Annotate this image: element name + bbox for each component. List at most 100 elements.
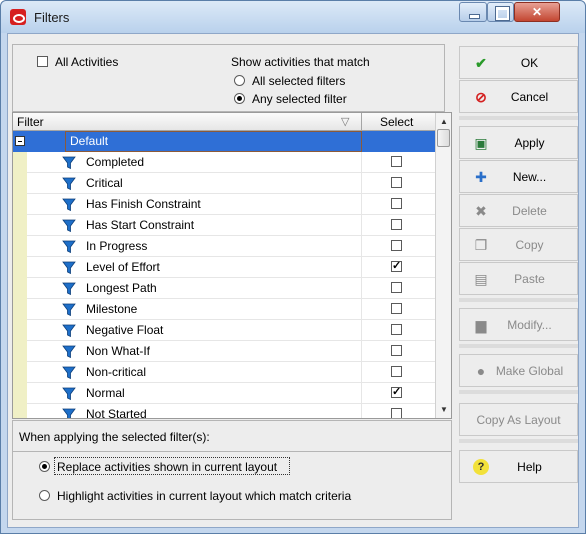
all-activities-checkbox[interactable]	[37, 56, 48, 67]
filter-row[interactable]: Longest Path	[13, 278, 435, 299]
filter-name: Milestone	[86, 302, 138, 316]
button-separator	[459, 116, 578, 120]
column-divider	[361, 152, 362, 173]
filter-funnel-icon	[62, 303, 76, 317]
column-divider	[361, 236, 362, 257]
minimize-button[interactable]	[459, 2, 487, 22]
col-header-select[interactable]: Select	[380, 115, 413, 129]
filter-name: Level of Effort	[86, 260, 160, 274]
select-checkbox[interactable]	[391, 408, 402, 418]
filter-name: Completed	[86, 155, 145, 169]
copy-as-layout-button[interactable]: Copy As Layout	[459, 403, 578, 436]
select-checkbox[interactable]	[391, 259, 402, 272]
filter-row[interactable]: Completed	[13, 152, 435, 173]
row-gutter	[13, 257, 27, 278]
filter-row[interactable]: Has Finish Constraint	[13, 194, 435, 215]
select-checkbox[interactable]	[391, 385, 402, 398]
close-button[interactable]: ✕	[514, 2, 560, 22]
sort-indicator-icon[interactable]: ▽	[341, 115, 349, 128]
row-gutter	[13, 236, 27, 257]
column-divider	[361, 278, 362, 299]
filter-funnel-icon	[62, 345, 76, 359]
filter-row[interactable]: Milestone	[13, 299, 435, 320]
select-checkbox[interactable]	[391, 156, 402, 167]
group-row-default[interactable]: Default	[13, 131, 435, 152]
row-gutter	[13, 194, 27, 215]
group-name: Default	[70, 134, 109, 148]
scroll-thumb[interactable]	[437, 129, 450, 147]
grid-vertical-scrollbar[interactable]: ▲ ▼	[435, 113, 451, 418]
match-all-radio[interactable]	[234, 75, 245, 86]
replace-radio[interactable]	[39, 461, 50, 472]
select-checkbox[interactable]	[391, 282, 402, 293]
filter-row[interactable]: Normal	[13, 383, 435, 404]
help-button[interactable]: ? Help	[459, 450, 578, 483]
apply-heading: When applying the selected filter(s):	[19, 430, 210, 444]
highlight-radio[interactable]	[39, 490, 50, 501]
ok-button[interactable]: ✔ OK	[459, 46, 578, 79]
app-icon	[10, 9, 26, 25]
filter-row[interactable]: Not Started	[13, 404, 435, 419]
column-divider	[361, 404, 362, 418]
filter-name: Non What-If	[86, 344, 151, 358]
select-checkbox[interactable]	[391, 177, 402, 188]
select-checkbox[interactable]	[391, 303, 402, 314]
filter-name: Normal	[86, 386, 125, 400]
grid-rows: Default Completed Critical Has Finish Cons…	[13, 131, 435, 419]
select-checkbox[interactable]	[391, 219, 402, 230]
filter-name: Not Started	[86, 407, 147, 419]
paste-button[interactable]: ▤ Paste	[459, 262, 578, 295]
select-checkbox[interactable]	[391, 198, 402, 209]
filter-grid: Filter ▽ Select Default Completed Critica…	[12, 112, 452, 419]
new-button[interactable]: ✚ New...	[459, 160, 578, 193]
row-gutter	[13, 299, 27, 320]
select-checkbox[interactable]	[391, 324, 402, 335]
make-global-button[interactable]: ● Make Global	[459, 354, 578, 387]
column-divider	[361, 215, 362, 236]
match-all-label: All selected filters	[252, 74, 346, 88]
delete-label: Delete	[512, 204, 547, 218]
cancel-label: Cancel	[510, 90, 549, 104]
filter-row[interactable]: Critical	[13, 173, 435, 194]
filter-name: Negative Float	[86, 323, 164, 337]
modify-label: Modify...	[507, 318, 552, 332]
match-any-label: Any selected filter	[252, 92, 347, 106]
select-checkbox[interactable]	[391, 366, 402, 377]
row-gutter	[13, 383, 27, 404]
cancel-button[interactable]: ⊘ Cancel	[459, 80, 578, 113]
filter-funnel-icon	[62, 387, 76, 401]
match-any-radio[interactable]	[234, 93, 245, 104]
maximize-button[interactable]	[487, 2, 514, 22]
column-divider	[361, 194, 362, 215]
select-checkbox[interactable]	[391, 240, 402, 251]
filter-row[interactable]: In Progress	[13, 236, 435, 257]
copy-button[interactable]: ❐ Copy	[459, 228, 578, 261]
collapse-icon[interactable]	[15, 136, 25, 146]
filter-row[interactable]: Level of Effort	[13, 257, 435, 278]
select-checkbox[interactable]	[391, 345, 402, 356]
filter-row[interactable]: Has Start Constraint	[13, 215, 435, 236]
filter-funnel-icon	[62, 261, 76, 275]
filter-row[interactable]: Negative Float	[13, 320, 435, 341]
column-divider	[361, 320, 362, 341]
row-gutter	[13, 173, 27, 194]
make-global-label: Make Global	[495, 364, 564, 378]
col-header-filter[interactable]: Filter	[17, 115, 44, 129]
filter-name: Longest Path	[86, 281, 157, 295]
close-icon: ✕	[531, 5, 543, 19]
button-separator	[459, 344, 578, 348]
scroll-down-icon[interactable]: ▼	[440, 405, 448, 414]
modify-button[interactable]: ▆ Modify...	[459, 308, 578, 341]
title-bar[interactable]: Filters ✕	[1, 1, 585, 33]
filter-row[interactable]: Non-critical	[13, 362, 435, 383]
column-divider	[361, 173, 362, 194]
header-separator	[361, 113, 362, 130]
row-gutter	[13, 152, 27, 173]
paste-label: Paste	[514, 272, 545, 286]
delete-button[interactable]: ✖ Delete	[459, 194, 578, 227]
filter-row[interactable]: Non What-If	[13, 341, 435, 362]
scroll-up-icon[interactable]: ▲	[440, 117, 448, 126]
filter-funnel-icon	[62, 198, 76, 212]
button-separator	[459, 390, 578, 394]
apply-button[interactable]: ▣ Apply	[459, 126, 578, 159]
